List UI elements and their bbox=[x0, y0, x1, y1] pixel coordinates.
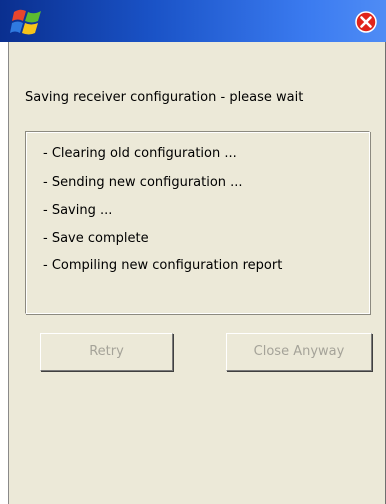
progress-steps-panel: - Clearing old configuration ... - Sendi… bbox=[25, 131, 370, 314]
retry-button[interactable]: Retry bbox=[40, 333, 173, 371]
step-saving: - Saving ... bbox=[43, 203, 113, 218]
step-save-complete: - Save complete bbox=[43, 231, 149, 246]
windows-flag-icon[interactable] bbox=[10, 8, 46, 36]
title-bar bbox=[0, 0, 386, 42]
close-anyway-button[interactable]: Close Anyway bbox=[226, 333, 372, 371]
status-heading: Saving receiver configuration - please w… bbox=[25, 90, 304, 105]
left-frame-edge bbox=[0, 42, 9, 504]
step-clearing: - Clearing old configuration ... bbox=[43, 146, 237, 161]
step-compiling-report: - Compiling new configuration report bbox=[43, 258, 283, 273]
step-sending: - Sending new configuration ... bbox=[43, 175, 243, 190]
close-icon[interactable] bbox=[355, 11, 377, 33]
dialog-window: Saving receiver configuration - please w… bbox=[0, 0, 386, 504]
